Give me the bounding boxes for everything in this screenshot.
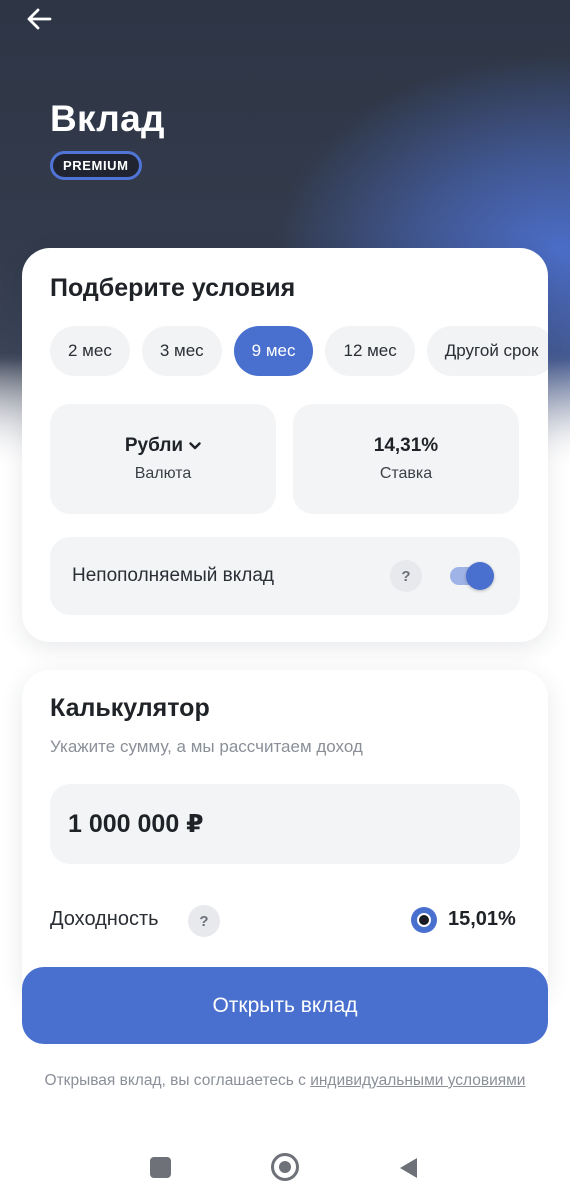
- calculator-card: Калькулятор Укажите сумму, а мы рассчита…: [22, 670, 548, 1000]
- nav-back-button[interactable]: [397, 1156, 419, 1180]
- recent-apps-button[interactable]: [150, 1157, 171, 1178]
- arrow-left-icon: [27, 8, 52, 30]
- page-title: Вклад: [50, 98, 165, 139]
- triangle-left-icon: [400, 1158, 417, 1178]
- yield-value: 15,01%: [448, 908, 516, 930]
- term-chip-9-selected[interactable]: 9 мес: [233, 326, 314, 376]
- amount-field[interactable]: [50, 784, 520, 864]
- chevron-down-icon: [189, 442, 201, 450]
- currency-value-row: Рубли: [125, 435, 201, 457]
- term-chip-12[interactable]: 12 мес: [325, 326, 415, 376]
- rate-tile: 14,31% Ставка: [293, 404, 519, 514]
- disclaimer: Открывая вклад, вы соглашаетесь с индиви…: [40, 1070, 530, 1092]
- non-replenishable-toggle[interactable]: [448, 561, 494, 591]
- term-chip-other[interactable]: Другой срок: [426, 326, 548, 376]
- rate-label: Ставка: [379, 465, 433, 482]
- calculator-subtitle: Укажите сумму, а мы рассчитаем доход: [50, 737, 363, 756]
- conditions-title: Подберите условия: [50, 274, 296, 302]
- term-chip-3[interactable]: 3 мес: [141, 326, 222, 376]
- disclaimer-text: Открывая вклад, вы соглашаетесь с: [44, 1072, 311, 1089]
- term-chip-2[interactable]: 2 мес: [50, 326, 130, 376]
- yield-help-button[interactable]: ?: [188, 905, 220, 937]
- currency-selector[interactable]: Рубли Валюта: [50, 404, 276, 514]
- premium-badge: PREMIUM: [50, 151, 142, 180]
- system-nav-bar: [0, 1140, 570, 1200]
- individual-terms-link[interactable]: индивидуальными условиями: [310, 1072, 525, 1089]
- calculator-title: Калькулятор: [50, 694, 210, 722]
- non-replenishable-row: Непополняемый вклад ?: [50, 537, 520, 615]
- home-button[interactable]: [271, 1153, 299, 1181]
- conditions-card: Подберите условия 2 мес 3 мес 9 мес 12 м…: [22, 248, 548, 642]
- currency-label: Валюта: [134, 465, 192, 482]
- open-deposit-button[interactable]: Открыть вклад: [22, 967, 548, 1044]
- back-button[interactable]: [22, 4, 56, 34]
- currency-value: Рубли: [124, 435, 184, 456]
- non-replenishable-help-button[interactable]: ?: [390, 560, 422, 592]
- yield-label: Доходность: [50, 908, 159, 930]
- non-replenishable-label: Непополняемый вклад: [72, 565, 274, 586]
- term-chips: 2 мес 3 мес 9 мес 12 мес Другой срок: [50, 326, 548, 376]
- amount-input[interactable]: [68, 806, 498, 842]
- rate-value: 14,31%: [373, 435, 439, 456]
- yield-radio[interactable]: [411, 907, 437, 933]
- toggle-knob: [466, 562, 494, 590]
